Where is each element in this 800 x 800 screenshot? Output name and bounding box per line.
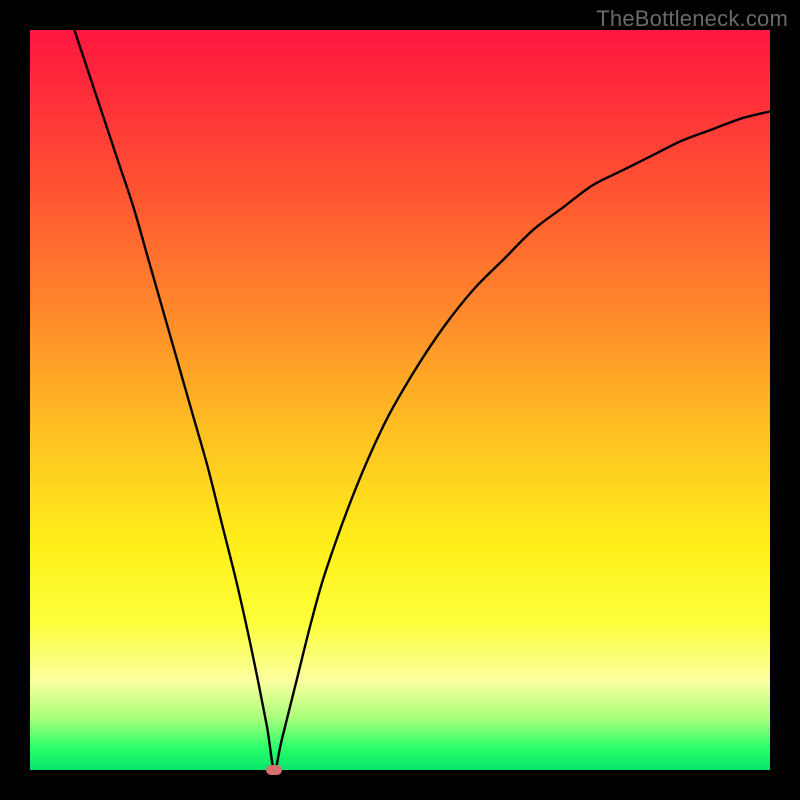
chart-frame: TheBottleneck.com (0, 0, 800, 800)
bottleneck-curve (74, 30, 770, 770)
curve-svg (30, 30, 770, 770)
plot-area (30, 30, 770, 770)
watermark-text: TheBottleneck.com (596, 6, 788, 32)
minimum-marker (266, 765, 282, 775)
